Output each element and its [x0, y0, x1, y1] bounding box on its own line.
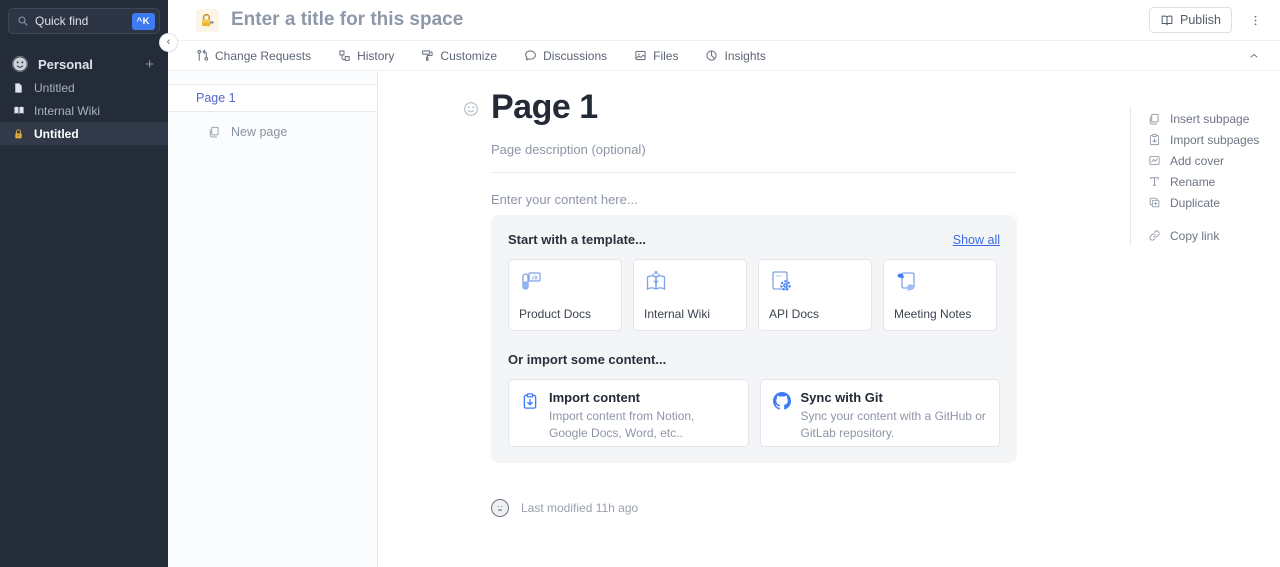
tab-customize[interactable]: Customize — [421, 49, 497, 63]
paint-roller-icon — [421, 49, 434, 62]
space-tabbar: Change Requests History Customize Discus… — [168, 41, 1280, 71]
template-suggestions-box: Start with a template... Show all √x Pro… — [491, 215, 1017, 463]
app-window: Quick find ^K Personal + Untitled Intern… — [0, 0, 1280, 567]
sync-with-git-title: Sync with Git — [801, 390, 988, 405]
speech-bubble-icon — [524, 49, 537, 62]
space-title-input[interactable]: Enter a title for this space — [231, 9, 1149, 31]
page-title[interactable]: Page 1 — [491, 88, 598, 127]
last-modified-text: Last modified 11h ago — [521, 501, 638, 515]
import-subpages-button[interactable]: Import subpages — [1147, 129, 1267, 150]
search-placeholder: Quick find — [35, 14, 132, 28]
pull-request-icon — [196, 49, 209, 62]
github-icon — [773, 392, 791, 436]
tab-change-requests[interactable]: Change Requests — [196, 49, 311, 63]
insert-subpage-button[interactable]: Insert subpage — [1147, 108, 1267, 129]
page-editor: Page 1 Page description (optional) Enter… — [378, 71, 1280, 567]
workspace-name: Personal — [38, 57, 143, 72]
tab-files[interactable]: Files — [634, 49, 678, 63]
search-icon — [17, 15, 29, 27]
tab-discussions[interactable]: Discussions — [524, 49, 607, 63]
template-card-product-docs[interactable]: √x Product Docs — [508, 259, 622, 331]
meeting-notes-icon — [894, 269, 986, 293]
pie-chart-icon — [705, 49, 718, 62]
page-actions-panel: Insert subpage Import subpages Add cover… — [1147, 108, 1267, 246]
workspace-row[interactable]: Personal + — [0, 52, 168, 76]
copy-link-button[interactable]: Copy link — [1147, 225, 1267, 246]
lock-icon — [12, 128, 25, 140]
template-card-api-docs[interactable]: API Docs — [758, 259, 872, 331]
svg-text:√x: √x — [531, 274, 537, 281]
book-icon — [12, 105, 25, 116]
sidebar-item-untitled-2[interactable]: Untitled — [0, 122, 168, 145]
page-tree-panel: Page 1 New page — [168, 71, 378, 567]
more-options-icon[interactable] — [1247, 12, 1264, 29]
insert-subpage-icon — [1147, 112, 1161, 126]
product-docs-icon: √x — [519, 269, 611, 293]
template-section-title: Start with a template... — [508, 232, 646, 247]
import-content-description: Import content from Notion, Google Docs,… — [549, 408, 736, 443]
add-cover-button[interactable]: Add cover — [1147, 150, 1267, 171]
import-subpages-icon — [1147, 133, 1161, 146]
publish-button[interactable]: Publish — [1149, 7, 1232, 33]
duplicate-button[interactable]: Duplicate — [1147, 192, 1267, 213]
add-space-button[interactable]: + — [143, 56, 156, 73]
keyboard-shortcut-badge: ^K — [132, 13, 155, 30]
sidebar-item-internal-wiki[interactable]: Internal Wiki — [0, 99, 168, 122]
duplicate-icon — [1147, 196, 1161, 209]
template-card-internal-wiki[interactable]: Internal Wiki — [633, 259, 747, 331]
sidebar-item-untitled-1[interactable]: Untitled — [0, 76, 168, 99]
workspace-avatar — [12, 56, 28, 72]
sync-with-git-card[interactable]: Sync with Git Sync your content with a G… — [760, 379, 1001, 447]
space-lock-emoji-icon[interactable] — [196, 9, 219, 32]
collapse-tabs-chevron-up-icon[interactable] — [1248, 50, 1260, 62]
rename-button[interactable]: Rename — [1147, 171, 1267, 192]
show-all-link[interactable]: Show all — [953, 233, 1000, 247]
user-avatar[interactable] — [491, 499, 509, 517]
import-content-title: Import content — [549, 390, 736, 405]
api-docs-icon — [769, 269, 861, 293]
page-footer: Last modified 11h ago — [491, 499, 638, 517]
sidebar-collapse-button[interactable]: ‹ — [160, 34, 177, 51]
title-divider — [491, 172, 1017, 173]
template-card-meeting-notes[interactable]: Meeting Notes — [883, 259, 997, 331]
content-editor-placeholder[interactable]: Enter your content here... — [491, 192, 638, 207]
chevron-left-icon: ‹ — [167, 37, 171, 48]
tab-insights[interactable]: Insights — [705, 49, 765, 63]
actions-divider — [1130, 106, 1131, 246]
quick-find-search[interactable]: Quick find ^K — [8, 8, 160, 34]
tab-history[interactable]: History — [338, 49, 394, 63]
page-description-input[interactable]: Page description (optional) — [491, 142, 646, 157]
book-open-icon — [1160, 14, 1174, 27]
import-section-title: Or import some content... — [508, 352, 1000, 367]
sync-with-git-description: Sync your content with a GitHub or GitLa… — [801, 408, 988, 443]
page-emoji-smiley-icon[interactable] — [463, 101, 479, 117]
copy-link-icon — [1147, 229, 1161, 242]
import-clipboard-icon — [521, 392, 539, 436]
internal-wiki-icon — [644, 269, 736, 293]
pages-icon — [207, 125, 221, 139]
new-page-button[interactable]: New page — [168, 125, 377, 139]
space-header: Enter a title for this space Publish — [168, 0, 1280, 41]
page-icon — [12, 82, 25, 94]
workspace-sidebar: Quick find ^K Personal + Untitled Intern… — [0, 0, 168, 567]
import-content-card[interactable]: Import content Import content from Notio… — [508, 379, 749, 447]
image-icon — [634, 49, 647, 62]
rename-icon — [1147, 175, 1161, 188]
add-cover-icon — [1147, 154, 1161, 167]
tree-item-page-1[interactable]: Page 1 — [168, 84, 377, 112]
versions-icon — [338, 49, 351, 62]
